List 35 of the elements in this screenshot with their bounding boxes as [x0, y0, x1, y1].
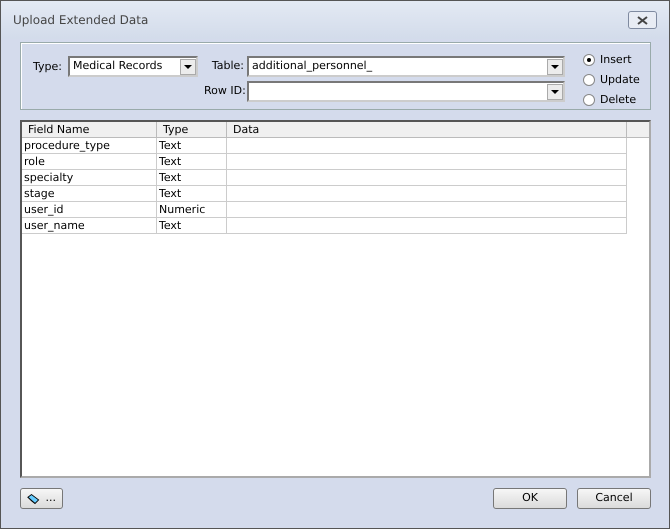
column-header [627, 122, 649, 138]
row-id-dropdown[interactable] [246, 81, 565, 102]
table-label: Table: [210, 58, 244, 74]
type-label: Type: [33, 59, 62, 75]
caret-icon [550, 64, 559, 68]
column-header[interactable]: Field Name [22, 122, 157, 138]
table-cell: stage [22, 186, 157, 202]
close-button[interactable] [628, 11, 657, 29]
table-cell: procedure_type [22, 138, 157, 154]
type-dropdown[interactable]: Medical Records [68, 56, 198, 77]
window-title: Upload Extended Data [13, 12, 148, 29]
table-cell: Text [157, 138, 227, 154]
eraser-icon [27, 492, 40, 504]
cancel-button[interactable]: Cancel [577, 488, 651, 509]
mode-radio[interactable]: Update [582, 70, 640, 90]
caret-icon [184, 64, 192, 68]
caret-icon [550, 90, 559, 94]
tool-button[interactable]: ... [20, 488, 63, 509]
ok-button[interactable]: OK [493, 488, 567, 509]
row-id-label: Row ID: [204, 83, 244, 100]
table-cell: specialty [22, 170, 157, 186]
table-cell: role [22, 154, 157, 170]
close-icon [637, 16, 648, 24]
table-cell: Text [157, 186, 227, 202]
mode-radio[interactable]: Delete [582, 90, 640, 110]
table-cell: Text [157, 218, 227, 234]
table-cell: Text [157, 170, 227, 186]
column-header[interactable]: Type [157, 122, 227, 138]
table-cell: user_id [22, 202, 157, 218]
table-dropdown[interactable]: additional_personnel_ [246, 56, 565, 77]
table-cell: Text [157, 154, 227, 170]
table-cell: user_name [22, 218, 157, 234]
column-header[interactable]: Data [227, 122, 627, 138]
table-cell: Numeric [157, 202, 227, 218]
mode-radio[interactable]: Insert [582, 50, 640, 70]
